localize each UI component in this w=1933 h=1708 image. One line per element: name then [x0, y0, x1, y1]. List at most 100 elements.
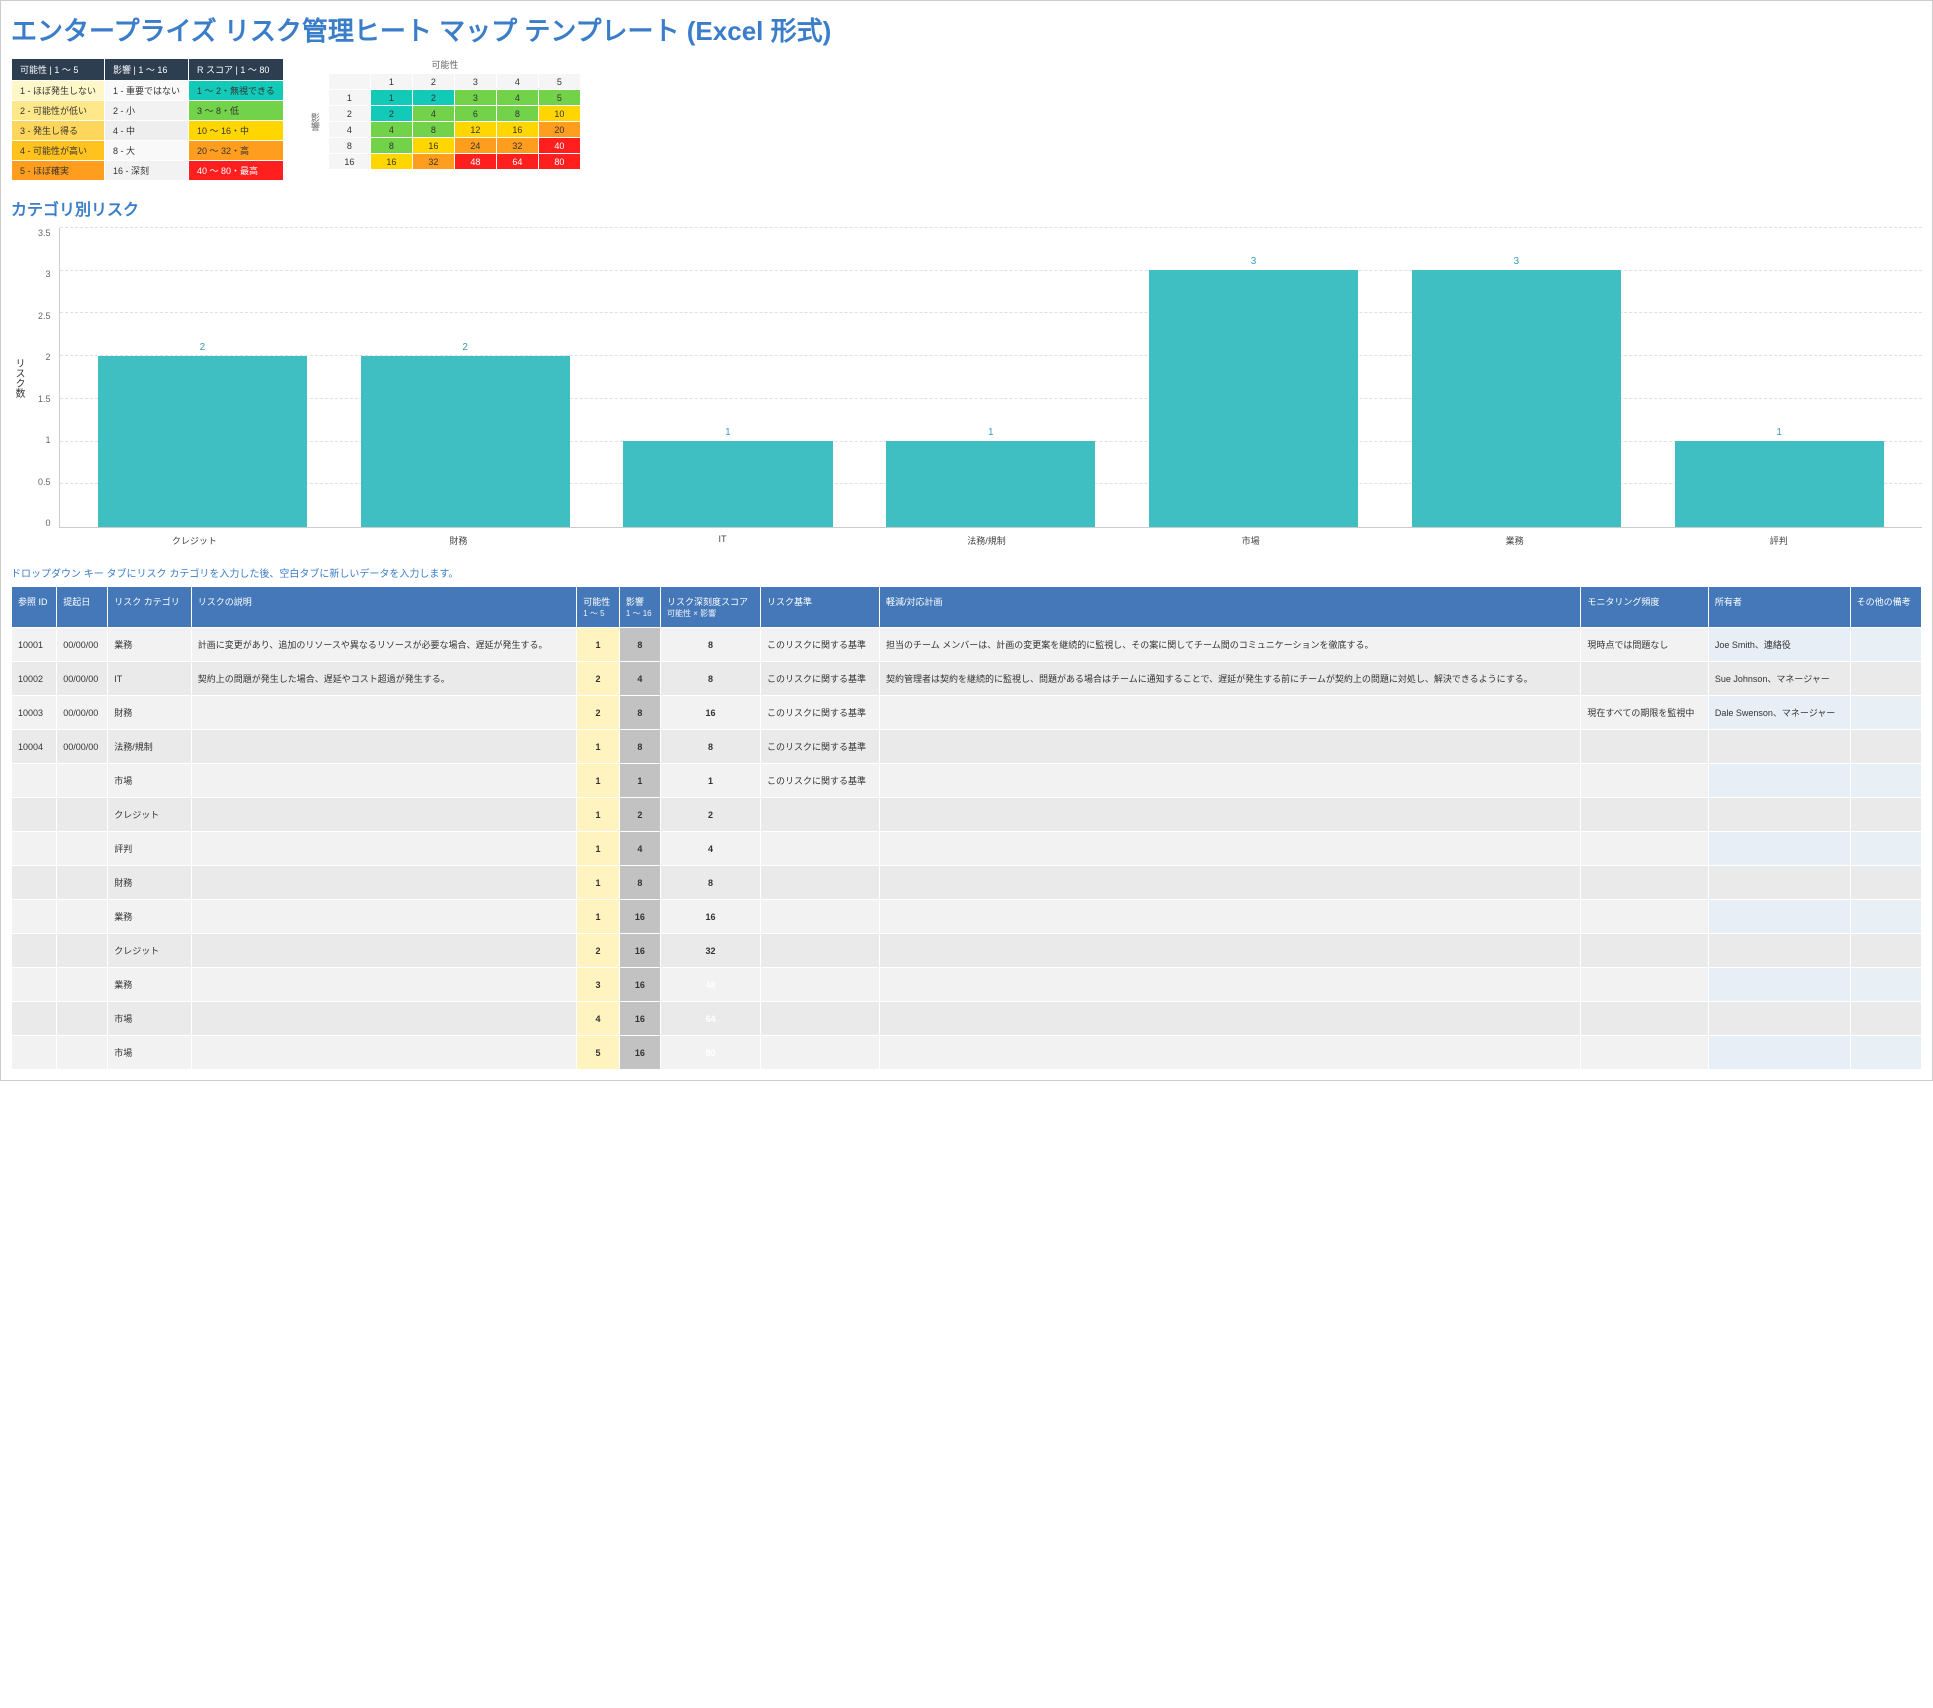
table-row[interactable]: 1000100/00/00業務計画に変更があり、追加のリソースや異なるリソースが… [12, 628, 1922, 662]
risk-cell-imp[interactable]: 16 [619, 1036, 660, 1070]
risk-cell-other[interactable] [1850, 798, 1921, 832]
risk-cell-prob[interactable]: 1 [577, 798, 620, 832]
risk-cell-mon[interactable] [1581, 1002, 1709, 1036]
risk-cell-cat[interactable]: 財務 [108, 696, 191, 730]
risk-cell-mon[interactable] [1581, 832, 1709, 866]
risk-cell-cat[interactable]: 市場 [108, 764, 191, 798]
risk-cell-ref[interactable] [12, 764, 57, 798]
risk-cell-imp[interactable]: 4 [619, 662, 660, 696]
risk-cell-desc[interactable] [191, 730, 577, 764]
risk-cell-mon[interactable] [1581, 764, 1709, 798]
risk-cell-score[interactable]: 4 [661, 832, 761, 866]
risk-cell-ref[interactable]: 10004 [12, 730, 57, 764]
risk-cell-basis[interactable] [760, 968, 879, 1002]
risk-cell-mon[interactable]: 現在すべての期限を監視中 [1581, 696, 1709, 730]
risk-cell-basis[interactable]: このリスクに関する基準 [760, 628, 879, 662]
risk-cell-other[interactable] [1850, 866, 1921, 900]
risk-cell-prob[interactable]: 1 [577, 764, 620, 798]
table-row[interactable]: クレジット122 [12, 798, 1922, 832]
table-row[interactable]: 業務31648 [12, 968, 1922, 1002]
risk-cell-cat[interactable]: 法務/規制 [108, 730, 191, 764]
risk-cell-cat[interactable]: 市場 [108, 1002, 191, 1036]
risk-cell-desc[interactable] [191, 798, 577, 832]
risk-cell-basis[interactable] [760, 900, 879, 934]
risk-cell-basis[interactable] [760, 798, 879, 832]
risk-cell-basis[interactable]: このリスクに関する基準 [760, 730, 879, 764]
risk-cell-owner[interactable] [1708, 866, 1850, 900]
risk-cell-score[interactable]: 2 [661, 798, 761, 832]
risk-cell-mit[interactable] [880, 832, 1581, 866]
risk-cell-prob[interactable]: 4 [577, 1002, 620, 1036]
risk-cell-owner[interactable]: Sue Johnson、マネージャー [1708, 662, 1850, 696]
risk-cell-mon[interactable] [1581, 968, 1709, 1002]
risk-cell-prob[interactable]: 1 [577, 900, 620, 934]
risk-cell-ref[interactable]: 10001 [12, 628, 57, 662]
risk-cell-desc[interactable] [191, 968, 577, 1002]
risk-cell-cat[interactable]: 業務 [108, 968, 191, 1002]
risk-cell-mit[interactable] [880, 730, 1581, 764]
risk-cell-score[interactable]: 64 [661, 1002, 761, 1036]
risk-cell-mit[interactable] [880, 934, 1581, 968]
risk-cell-date[interactable] [57, 1002, 108, 1036]
table-row[interactable]: 市場51680 [12, 1036, 1922, 1070]
risk-cell-score[interactable]: 8 [661, 866, 761, 900]
risk-cell-cat[interactable]: 財務 [108, 866, 191, 900]
risk-cell-other[interactable] [1850, 832, 1921, 866]
risk-cell-mit[interactable] [880, 900, 1581, 934]
risk-cell-other[interactable] [1850, 662, 1921, 696]
risk-cell-owner[interactable] [1708, 798, 1850, 832]
risk-cell-other[interactable] [1850, 730, 1921, 764]
risk-cell-owner[interactable] [1708, 730, 1850, 764]
risk-cell-desc[interactable] [191, 866, 577, 900]
risk-cell-date[interactable] [57, 866, 108, 900]
risk-cell-cat[interactable]: 業務 [108, 900, 191, 934]
risk-cell-score[interactable]: 16 [661, 696, 761, 730]
risk-cell-mon[interactable] [1581, 866, 1709, 900]
risk-cell-ref[interactable] [12, 866, 57, 900]
risk-cell-mon[interactable] [1581, 934, 1709, 968]
risk-table[interactable]: 参照 ID提起日リスク カテゴリリスクの説明可能性1 ～ 5影響1 ～ 16リス… [11, 586, 1922, 1070]
risk-cell-ref[interactable] [12, 968, 57, 1002]
risk-cell-score[interactable]: 8 [661, 628, 761, 662]
table-row[interactable]: 市場111このリスクに関する基準 [12, 764, 1922, 798]
risk-cell-ref[interactable] [12, 1002, 57, 1036]
risk-cell-other[interactable] [1850, 1036, 1921, 1070]
risk-cell-mon[interactable] [1581, 1036, 1709, 1070]
risk-cell-mon[interactable] [1581, 798, 1709, 832]
risk-cell-score[interactable]: 8 [661, 730, 761, 764]
risk-cell-cat[interactable]: クレジット [108, 934, 191, 968]
risk-cell-imp[interactable]: 1 [619, 764, 660, 798]
risk-cell-imp[interactable]: 16 [619, 934, 660, 968]
risk-cell-owner[interactable] [1708, 900, 1850, 934]
risk-cell-mon[interactable] [1581, 662, 1709, 696]
table-row[interactable]: 1000400/00/00法務/規制188このリスクに関する基準 [12, 730, 1922, 764]
risk-cell-basis[interactable] [760, 1002, 879, 1036]
risk-cell-mon[interactable] [1581, 900, 1709, 934]
risk-cell-date[interactable]: 00/00/00 [57, 730, 108, 764]
risk-cell-mon[interactable]: 現時点では問題なし [1581, 628, 1709, 662]
risk-cell-owner[interactable] [1708, 1002, 1850, 1036]
risk-cell-date[interactable] [57, 764, 108, 798]
risk-cell-desc[interactable] [191, 832, 577, 866]
risk-cell-cat[interactable]: 評判 [108, 832, 191, 866]
risk-cell-owner[interactable] [1708, 968, 1850, 1002]
risk-cell-cat[interactable]: クレジット [108, 798, 191, 832]
risk-cell-ref[interactable] [12, 934, 57, 968]
risk-cell-cat[interactable]: IT [108, 662, 191, 696]
risk-cell-date[interactable] [57, 1036, 108, 1070]
risk-cell-imp[interactable]: 16 [619, 1002, 660, 1036]
risk-cell-prob[interactable]: 2 [577, 662, 620, 696]
risk-cell-ref[interactable] [12, 798, 57, 832]
risk-cell-owner[interactable] [1708, 832, 1850, 866]
risk-cell-date[interactable]: 00/00/00 [57, 696, 108, 730]
risk-cell-ref[interactable] [12, 900, 57, 934]
risk-cell-desc[interactable] [191, 900, 577, 934]
risk-cell-mit[interactable] [880, 1036, 1581, 1070]
risk-cell-desc[interactable] [191, 696, 577, 730]
risk-cell-basis[interactable] [760, 832, 879, 866]
risk-cell-basis[interactable] [760, 934, 879, 968]
risk-cell-cat[interactable]: 市場 [108, 1036, 191, 1070]
risk-cell-ref[interactable] [12, 832, 57, 866]
risk-cell-prob[interactable]: 1 [577, 866, 620, 900]
table-row[interactable]: クレジット21632 [12, 934, 1922, 968]
